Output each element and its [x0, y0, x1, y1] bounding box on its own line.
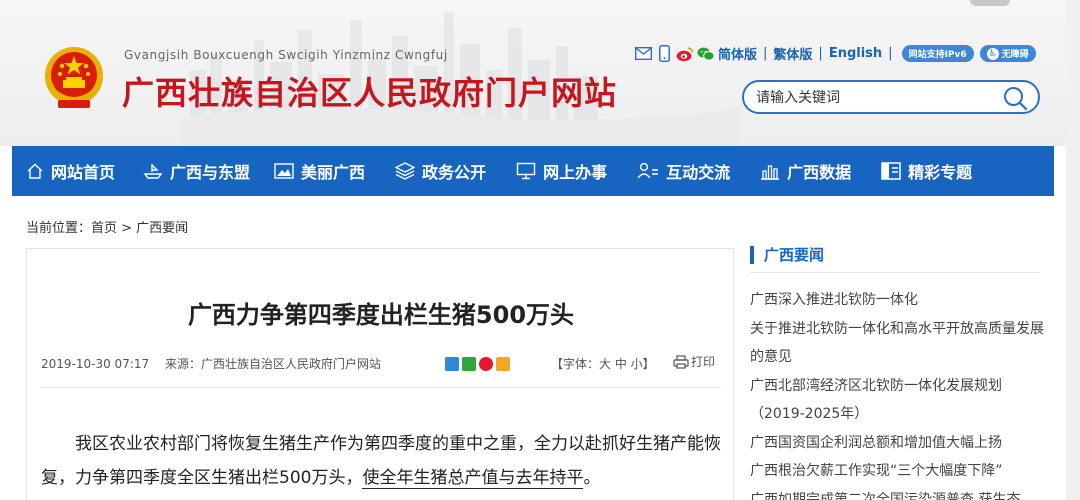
- printer-icon: [673, 354, 689, 369]
- nav-item-government-affairs[interactable]: 政务公开: [395, 146, 486, 196]
- site-chinese-name[interactable]: 广西壮族自治区人民政府门户网站: [122, 68, 617, 114]
- sidebar-news-list: 广西深入推进北钦防一体化 关于推进北钦防一体化和高水平开放高质量发展的意见 广西…: [750, 286, 1044, 500]
- sidebar-news-item[interactable]: 关于推进北钦防一体化和高水平开放高质量发展的意见: [750, 315, 1044, 372]
- monitor-icon: [516, 162, 536, 180]
- home-icon: [27, 163, 43, 179]
- people-icon: [637, 162, 659, 179]
- share-wechat-icon[interactable]: [462, 357, 476, 371]
- nav-item-label: 美丽广西: [301, 163, 366, 182]
- share-weibo-icon[interactable]: [479, 357, 493, 371]
- nav-item-beautiful[interactable]: 美丽广西: [274, 146, 365, 196]
- main-nav: 网站首页 广西与东盟 美丽广西 政务公开 网上办事 互动交流 广西数据 精彩专题: [12, 146, 1054, 196]
- nav-item-label: 互动交流: [666, 163, 731, 182]
- link-separator: |: [818, 46, 823, 61]
- share-qq-icon[interactable]: [496, 357, 510, 371]
- nav-item-label: 政务公开: [422, 163, 487, 182]
- accessibility-label: 无障碍: [1001, 50, 1029, 60]
- font-size-switcher[interactable]: 【字体：大 中 小】: [551, 355, 655, 372]
- ipv6-badge[interactable]: 网站支持IPv6: [901, 45, 974, 62]
- accessibility-button[interactable]: ♿ 无障碍: [979, 45, 1036, 62]
- top-decoration: [970, 0, 1010, 6]
- nav-item-label: 精彩专题: [908, 163, 973, 182]
- link-separator: |: [888, 46, 893, 61]
- sidebar-news-item[interactable]: 广西深入推进北钦防一体化: [750, 286, 1044, 315]
- site-english-name: Gvangjsih Bouxcuengh Swcigih Yinzminz Cw…: [124, 48, 448, 62]
- mobile-icon[interactable]: [655, 45, 673, 63]
- sidebar-news-item[interactable]: 广西国资国企利润总额和增加值大幅上扬: [750, 429, 1044, 458]
- sidebar-news-item[interactable]: 广西北部湾经济区北钦防一体化发展规划（2019-2025年）: [750, 372, 1044, 429]
- email-icon[interactable]: [634, 45, 652, 63]
- ship-icon: [143, 164, 163, 179]
- link-traditional[interactable]: 繁体版: [773, 44, 812, 63]
- page-scrollbar[interactable]: [1066, 0, 1080, 500]
- nav-item-interaction[interactable]: 互动交流: [637, 146, 730, 196]
- article-meta: 2019-10-30 07:17 来源：广西壮族自治区人民政府门户网站: [41, 355, 381, 372]
- sidebar-news-item[interactable]: 广西如期完成第二次全国污染源普查 获生态: [750, 486, 1044, 500]
- nav-item-data[interactable]: 广西数据: [760, 146, 851, 196]
- article-body-underlined: 使全年生猪总产值与去年持平: [362, 468, 584, 489]
- article-title: 广西力争第四季度出栏生猪500万头: [187, 301, 575, 329]
- nav-item-asean[interactable]: 广西与东盟: [143, 146, 250, 196]
- link-simplified[interactable]: 简体版: [718, 44, 757, 63]
- sidebar-divider: [750, 272, 1040, 273]
- sidebar-heading-title[interactable]: 广西要闻: [764, 244, 824, 265]
- site-header: Gvangjsih Bouxcuengh Swcigih Yinzminz Cw…: [0, 0, 1080, 146]
- article-source: 来源：广西壮族自治区人民政府门户网站: [164, 357, 381, 371]
- share-buttons: [445, 357, 510, 371]
- nav-item-online-services[interactable]: 网上办事: [516, 146, 607, 196]
- chart-icon: [761, 165, 780, 180]
- top-links-bar: 简体版 | 繁体版 | English | 网站支持IPv6 ♿ 无障碍: [634, 44, 1036, 63]
- print-button[interactable]: 打印: [673, 353, 715, 370]
- article-body-end: 。: [583, 468, 601, 488]
- layers-icon: [395, 162, 416, 180]
- nav-item-label: 网站首页: [51, 163, 116, 182]
- search-box: [742, 80, 1040, 114]
- article-body-paragraph: 我区农业农村部门将恢复生猪生产作为第四季度的重中之重，全力以赴抓好生猪产能恢复，…: [41, 427, 721, 495]
- print-label: 打印: [691, 355, 716, 369]
- link-english[interactable]: English: [829, 46, 882, 61]
- heading-accent-bar: [750, 245, 754, 264]
- nav-item-label: 网上办事: [543, 163, 608, 182]
- board-icon: [881, 162, 901, 180]
- nav-item-home[interactable]: 网站首页: [26, 146, 115, 196]
- meta-divider: [41, 387, 721, 388]
- article-datetime: 2019-10-30 07:17: [41, 357, 150, 371]
- nav-item-label: 广西数据: [787, 163, 852, 182]
- nav-item-label: 广西与东盟: [170, 163, 251, 182]
- wheelchair-icon: ♿: [986, 47, 999, 60]
- article-panel: 广西力争第四季度出栏生猪500万头 2019-10-30 07:17 来源：广西…: [26, 248, 734, 500]
- nav-item-special-topics[interactable]: 精彩专题: [881, 146, 972, 196]
- search-icon[interactable]: [1002, 85, 1028, 111]
- national-emblem-logo: [45, 47, 103, 108]
- sidebar-news-item[interactable]: 广西根治欠薪工作实现“三个大幅度下降”: [750, 457, 1044, 486]
- breadcrumb[interactable]: 当前位置：首页 > 广西要闻: [26, 217, 188, 236]
- wechat-icon[interactable]: [697, 45, 715, 63]
- search-input[interactable]: [756, 88, 996, 108]
- photo-icon: [274, 163, 294, 179]
- sidebar-heading: 广西要闻: [750, 244, 824, 265]
- weibo-icon[interactable]: [676, 45, 694, 63]
- link-separator: |: [763, 46, 768, 61]
- share-plus-icon[interactable]: [445, 357, 459, 371]
